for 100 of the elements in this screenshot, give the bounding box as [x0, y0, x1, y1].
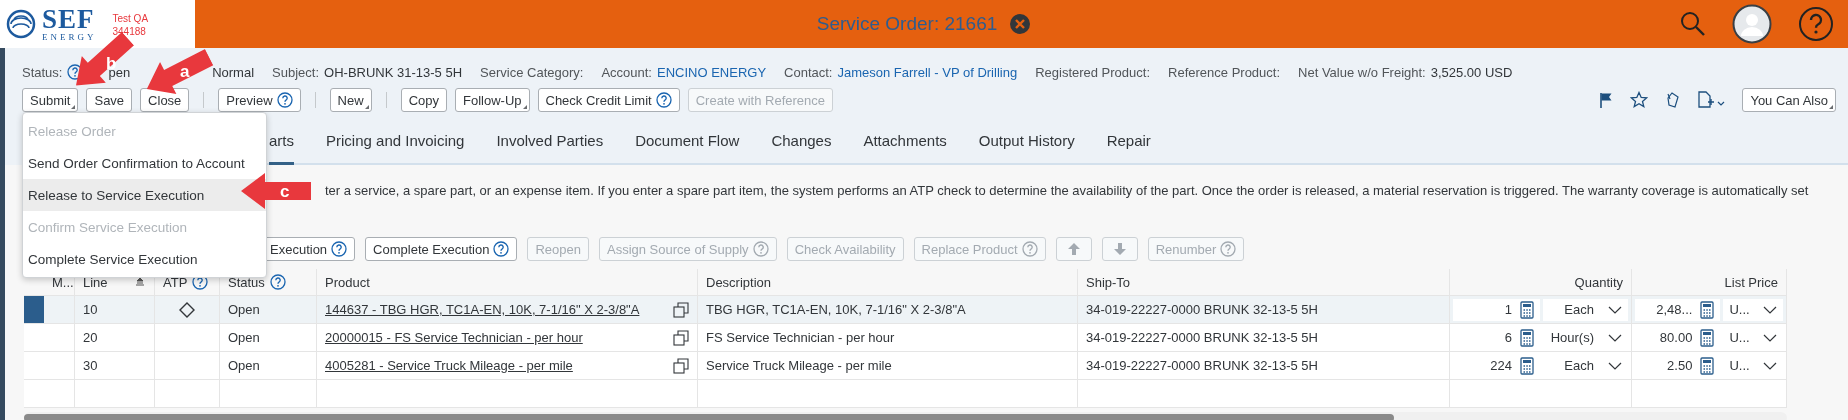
- chevron-down-icon[interactable]: [1608, 360, 1622, 371]
- product-link[interactable]: 4005281 - Service Truck Mileage - per mile: [325, 358, 573, 373]
- calculator-icon[interactable]: [1700, 300, 1715, 319]
- help-icon: [1021, 241, 1038, 257]
- tab[interactable]: Output History: [978, 132, 1075, 165]
- field-value: OH-BRUNK 31-13-5 5H: [324, 64, 463, 80]
- column-header: ATP: [163, 274, 188, 290]
- currency-dropdown[interactable]: U...: [1723, 298, 1783, 321]
- tab[interactable]: Changes: [771, 132, 832, 165]
- window-title: Service Order: 21661: [816, 13, 998, 35]
- field-label: Net Value w/o Freight:: [1298, 64, 1426, 80]
- chevron-down-icon[interactable]: [1763, 304, 1777, 315]
- table-cell: 20: [83, 330, 98, 345]
- calculator-icon[interactable]: [1700, 356, 1715, 375]
- calculator-icon[interactable]: [1700, 328, 1715, 347]
- table-cell: Service Truck Mileage - per mile: [706, 358, 892, 373]
- help-icon: [331, 241, 348, 257]
- table-cell: Open: [228, 358, 260, 373]
- field-label: Reference Product:: [1168, 64, 1281, 80]
- tab[interactable]: Document Flow: [635, 132, 740, 165]
- toolbar-button[interactable]: Submit: [22, 88, 79, 112]
- quantity-field[interactable]: 1: [1453, 298, 1540, 321]
- toolbar-button[interactable]: Close: [140, 88, 190, 112]
- info-text: ter a service, a spare part, or an expense item. If you enter a spare part item, the system performs an ATP check to determine the availability of the part. Once the order is released, a material reservation is triggered. The warranty coverage is automatically set: [325, 183, 1810, 200]
- field-value: Normal: [212, 64, 255, 80]
- chevron-down-icon[interactable]: [1608, 304, 1622, 315]
- field-link[interactable]: Jameson Farrell - VP of Drilling: [837, 64, 1018, 80]
- table-cell: 34-019-22227-0000 BRUNK 32-13-5 5H: [1086, 302, 1318, 317]
- toolbar-button[interactable]: Preview: [218, 88, 301, 112]
- chevron-down-icon[interactable]: [1763, 332, 1777, 343]
- tab[interactable]: Attachments: [863, 132, 947, 165]
- help-icon: [276, 92, 293, 108]
- toolbar-button[interactable]: Follow-Up: [455, 88, 530, 112]
- tab[interactable]: Involved Parties: [496, 132, 604, 165]
- toolbar-button[interactable]: Complete Execution: [365, 237, 518, 261]
- table-row[interactable]: 20 Open 20000015 - FS Service Technician - per hour FS Service Technician - per hour 34-019-22227-0000 BRUNK 32-13-5 5H 6 Hour(s) 80.00 U...: [24, 324, 1787, 352]
- callout-label: c: [280, 183, 290, 200]
- field-label: Service Category:: [480, 64, 584, 80]
- product-link[interactable]: 20000015 - FS Service Technician - per hour: [325, 330, 583, 345]
- diamond-icon: [178, 300, 196, 319]
- help-icon: [655, 92, 672, 108]
- arrow-down-icon: [1112, 242, 1127, 256]
- logo-name: SEF: [42, 6, 96, 33]
- add-document-icon[interactable]: [1696, 90, 1727, 110]
- field-label: Registered Product:: [1035, 64, 1151, 80]
- table-cell: TBG HGR, TC1A-EN, 10K, 7-1/16" X 2-3/8"A: [706, 302, 966, 317]
- table-cell: FS Service Technician - per hour: [706, 330, 895, 345]
- product-link[interactable]: 144637 - TBG HGR, TC1A-EN, 10K, 7-1/16" X 2-3/8"A: [325, 302, 640, 317]
- chevron-down-icon[interactable]: [1763, 360, 1777, 371]
- help-icon: [493, 241, 510, 257]
- copy-icon[interactable]: [673, 329, 689, 346]
- toolbar-button[interactable]: Save: [86, 88, 133, 112]
- tag-icon[interactable]: [1664, 91, 1681, 109]
- field-link[interactable]: ENCINO ENERGY: [657, 64, 767, 80]
- column-header: Line: [83, 274, 108, 290]
- table-row[interactable]: 10 Open 144637 - TBG HGR, TC1A-EN, 10K, 7-1/16" X 2-3/8"A TBG HGR, TC1A-EN, 10K, 7-1/16" X 2-3/8"A 34-019-22227-0000 BRUNK 32-13-5 5H 1 Each 2,48... U...: [24, 296, 1787, 324]
- table-row[interactable]: 30 Open 4005281 - Service Truck Mileage - per mile Service Truck Mileage - per mile 34-019-22227-0000 BRUNK 32-13-5 5H 224 Each 2.50 U...: [24, 352, 1787, 380]
- logo-icon: [6, 9, 36, 39]
- field-label: Account:: [601, 64, 652, 80]
- calculator-icon[interactable]: [1520, 300, 1534, 319]
- menu-item[interactable]: Release to Service Execution: [23, 179, 266, 211]
- toolbar-button[interactable]: You Can Also: [1742, 88, 1836, 112]
- toolbar-button[interactable]: Copy: [400, 88, 447, 112]
- column-header: Product: [325, 274, 370, 290]
- calculator-icon[interactable]: [1520, 328, 1534, 347]
- calculator-icon[interactable]: [1520, 356, 1534, 375]
- field-label: Subject:: [272, 64, 320, 80]
- copy-icon[interactable]: [673, 357, 689, 374]
- tab[interactable]: Pricing and Invoicing: [326, 132, 465, 165]
- menu-item[interactable]: Send Order Confirmation to Account: [23, 147, 266, 179]
- column-header: Description: [706, 274, 772, 290]
- copy-icon[interactable]: [673, 301, 689, 318]
- unit-dropdown[interactable]: Each: [1543, 298, 1628, 321]
- table-cell: 34-019-22227-0000 BRUNK 32-13-5 5H: [1086, 358, 1318, 373]
- table-cell: 30: [83, 358, 98, 373]
- tab[interactable]: Repair: [1106, 132, 1151, 165]
- help-icon: [1220, 241, 1237, 257]
- sort-icon: [134, 277, 146, 287]
- table-cell: Open: [228, 330, 260, 345]
- search-icon[interactable]: [1680, 11, 1706, 37]
- toolbar-button[interactable]: New: [329, 88, 372, 112]
- star-icon[interactable]: [1630, 91, 1649, 109]
- price-field[interactable]: 2,48...: [1635, 298, 1721, 321]
- arrow-up-icon: [1066, 242, 1081, 256]
- help-icon: [752, 241, 769, 257]
- avatar-icon[interactable]: [1732, 4, 1772, 44]
- table-cell: 10: [83, 302, 98, 317]
- column-header: List Price: [1724, 274, 1778, 290]
- environment-label: Test QA: [112, 12, 149, 25]
- help-icon[interactable]: [1798, 6, 1834, 42]
- field-value: 3,525.00 USD: [1430, 64, 1513, 80]
- callout-arrow: [241, 173, 311, 209]
- field-label: Contact:: [784, 64, 833, 80]
- field-label: Status:: [22, 64, 63, 80]
- chevron-down-icon[interactable]: [1608, 332, 1622, 343]
- table-cell: 34-019-22227-0000 BRUNK 32-13-5 5H: [1086, 330, 1318, 345]
- toolbar-button[interactable]: Check Credit Limit: [537, 88, 680, 112]
- table-cell: Open: [228, 302, 260, 317]
- close-icon[interactable]: [1009, 13, 1032, 35]
- callout-label: a: [180, 63, 190, 80]
